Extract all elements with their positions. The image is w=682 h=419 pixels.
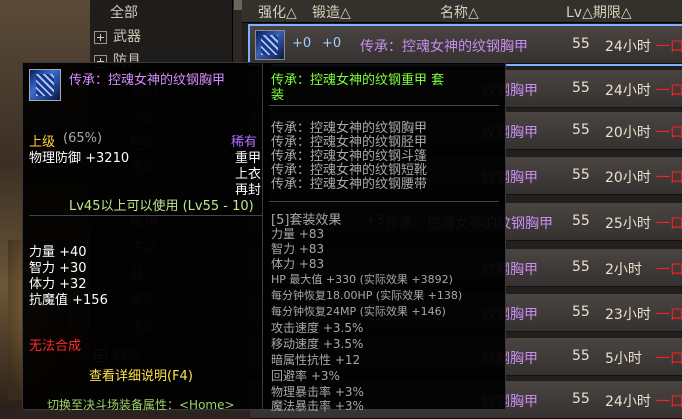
no-synth-warning: 无法合成 xyxy=(29,339,82,354)
item-level: 55 xyxy=(572,348,590,364)
armor-icon xyxy=(255,30,285,60)
divider xyxy=(269,201,499,202)
item-duration: 5小时 xyxy=(605,351,642,367)
item-level: 55 xyxy=(572,304,590,320)
item-duration: 24小时 xyxy=(605,83,651,99)
item-tooltip: 传承：控魂女神的纹钢胸甲 上级 (65%) 稀有 物理防御 +3210 重甲 上… xyxy=(22,62,272,412)
set-effect: 体力 +83 xyxy=(271,257,325,271)
divider xyxy=(269,105,499,106)
item-title: 传承：控魂女神的纹钢胸甲 xyxy=(69,73,226,88)
armor-icon xyxy=(29,69,61,101)
category-all-label: 全部 xyxy=(110,5,138,21)
category-weapon[interactable]: 武器 xyxy=(90,26,230,48)
item-price-type: 一口价 xyxy=(656,307,682,323)
item-price-type: 一口价 xyxy=(656,125,682,141)
set-effect: 每分钟恢复24MP (实际效果 +146) xyxy=(271,305,446,318)
item-price-type: 一口价 xyxy=(656,216,682,232)
set-tooltip: 传承：控魂女神的纹钢重甲 套 装 传承：控魂女神的纹钢胸甲 传承：控魂女神的纹钢… xyxy=(262,62,506,413)
item-duration: 20小时 xyxy=(605,125,651,141)
sort-name[interactable]: 名称△ xyxy=(440,2,479,22)
set-effect: 移动速度 +3.5% xyxy=(271,337,364,351)
category-weapon-label: 武器 xyxy=(113,29,141,45)
set-effect: 魔法暴击率 +3% xyxy=(271,399,364,413)
set-effect: 回避率 +3% xyxy=(271,369,340,383)
item-duration: 2小时 xyxy=(605,262,642,278)
list-header: 强化△ 锻造△ 名称△ Lv△期限△ xyxy=(242,0,682,23)
item-level: 55 xyxy=(572,80,590,96)
set-title: 传承：控魂女神的纹钢重甲 套 xyxy=(271,73,445,88)
item-grade-pct: (65%) xyxy=(63,131,103,146)
set-effect: 暗属性抗性 +12 xyxy=(271,353,361,367)
item-price-type: 一口价 xyxy=(656,170,682,186)
item-defense: 物理防御 +3210 xyxy=(29,151,130,166)
stat-line: 抗魔值 +156 xyxy=(29,293,108,308)
item-level-req: Lv45以上可以使用 (Lv55 - 10) xyxy=(69,199,254,214)
forge-value: +0 xyxy=(322,36,342,51)
expand-icon[interactable] xyxy=(94,30,107,44)
item-level: 55 xyxy=(572,122,590,138)
item-price-type: 一口价 xyxy=(656,262,682,278)
set-effect: HP 最大值 +330 (实际效果 +3892) xyxy=(271,273,453,286)
item-duration: 20小时 xyxy=(605,170,651,186)
set-piece: 传承：控魂女神的纹钢腰带 xyxy=(271,177,428,192)
item-level: 55 xyxy=(572,167,590,183)
item-name: 传承：控魂女神的纹钢胸甲 xyxy=(360,39,528,55)
item-price-type: 一口价 xyxy=(656,39,682,55)
sort-level-duration[interactable]: Lv△期限△ xyxy=(566,2,632,22)
sort-enhance[interactable]: 强化△ xyxy=(258,2,297,22)
item-duration: 25小时 xyxy=(605,216,651,232)
item-duration: 24小时 xyxy=(605,394,651,410)
scrollbar-thumb[interactable] xyxy=(234,0,242,10)
item-level: 55 xyxy=(572,36,590,52)
item-level: 55 xyxy=(572,259,590,275)
divider xyxy=(29,215,263,216)
set-title-cont: 装 xyxy=(271,88,285,103)
item-duration: 23小时 xyxy=(605,307,651,323)
item-price-type: 一口价 xyxy=(656,351,682,367)
item-duration: 24小时 xyxy=(605,39,651,55)
category-all[interactable]: 全部 xyxy=(110,2,250,24)
sort-forge[interactable]: 锻造△ xyxy=(312,2,351,22)
switch-hint: 切换至决斗场装备属性：<Home> xyxy=(47,398,235,412)
detail-button[interactable]: 查看详细说明(F4) xyxy=(89,365,193,384)
item-level: 55 xyxy=(572,391,590,407)
enhance-value: +0 xyxy=(292,36,312,51)
set-effect: 每分钟恢复18.00HP (实际效果 +138) xyxy=(271,289,463,302)
table-row[interactable]: +0 +0 传承：控魂女神的纹钢胸甲 55 24小时 一口价 xyxy=(248,24,682,66)
item-level: 55 xyxy=(572,213,590,229)
item-price-type: 一口价 xyxy=(656,83,682,99)
item-price-type: 一口价 xyxy=(656,394,682,410)
set-effect: 攻击速度 +3.5% xyxy=(271,321,364,335)
